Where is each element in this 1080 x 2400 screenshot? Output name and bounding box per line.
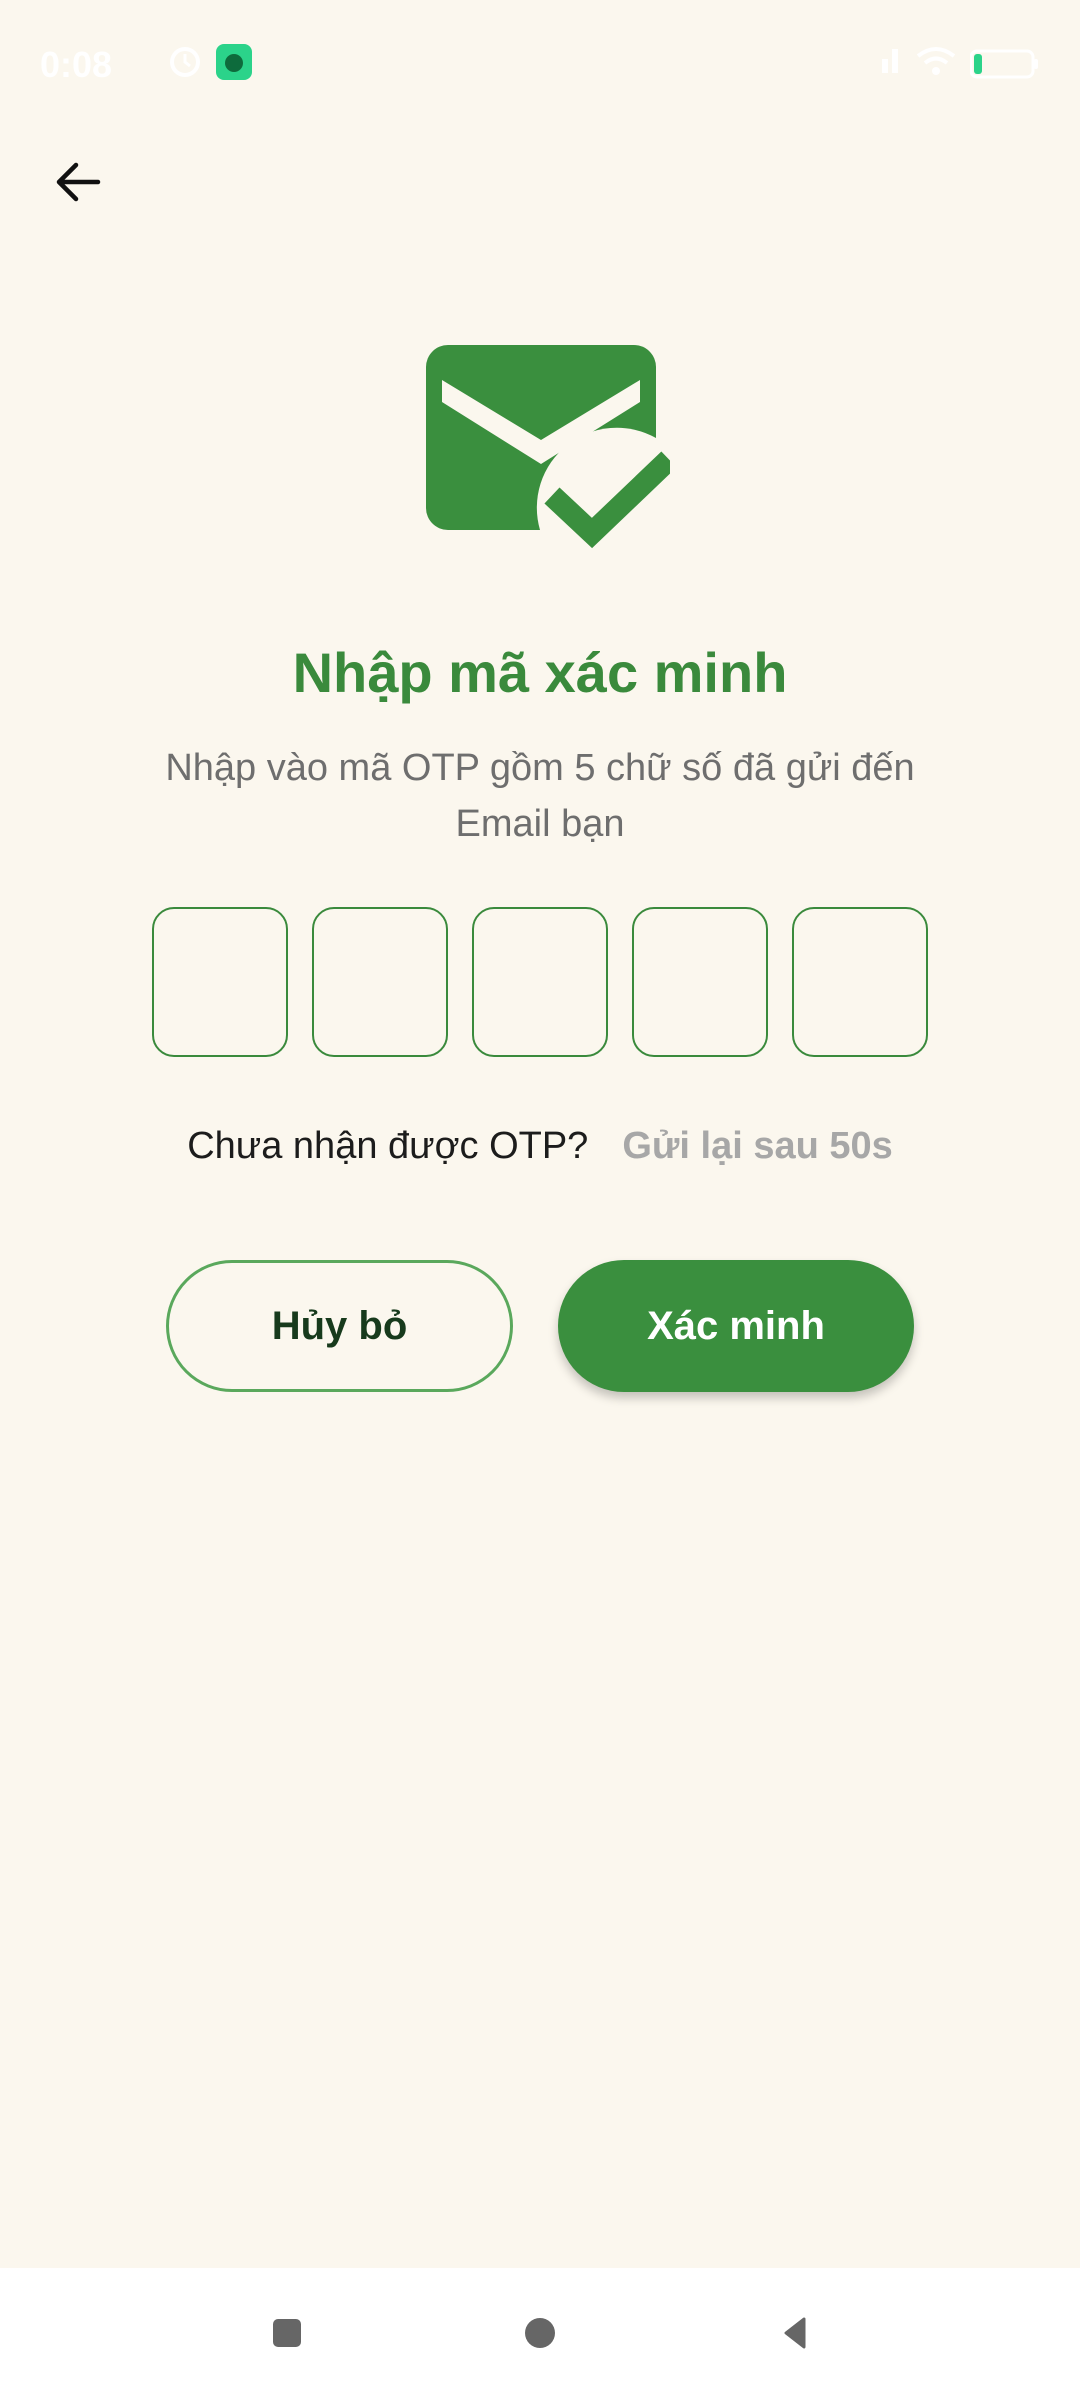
page-title: Nhập mã xác minh	[292, 641, 788, 704]
home-button[interactable]	[505, 2298, 575, 2368]
mail-check-icon	[420, 340, 677, 555]
square-icon	[273, 2319, 301, 2347]
otp-digit-1[interactable]	[152, 907, 288, 1057]
resend-row: Chưa nhận được OTP? Gửi lại sau 50s	[0, 1125, 1080, 1168]
resend-countdown-link[interactable]: Gửi lại sau 50s	[622, 1125, 892, 1168]
back-nav-button[interactable]	[760, 2298, 830, 2368]
recent-apps-button[interactable]	[252, 2298, 322, 2368]
wifi-icon	[916, 46, 956, 81]
verify-button[interactable]: Xác minh	[558, 1260, 914, 1392]
back-button[interactable]	[36, 140, 120, 224]
status-time: 0:08	[40, 44, 113, 85]
app-notification-icon	[216, 44, 252, 85]
cancel-button[interactable]: Hủy bỏ	[166, 1260, 513, 1392]
circle-icon	[525, 2318, 555, 2348]
otp-digit-5[interactable]	[792, 907, 928, 1057]
status-bar: 0:08 66	[0, 0, 1080, 128]
battery-icon	[970, 49, 1040, 79]
otp-digit-3[interactable]	[472, 907, 608, 1057]
triangle-back-icon	[784, 2317, 806, 2349]
otp-input-group	[152, 907, 928, 1061]
resend-prompt: Chưa nhận được OTP?	[187, 1125, 589, 1167]
alarm-icon	[168, 44, 202, 83]
otp-digit-4[interactable]	[632, 907, 768, 1057]
arrow-left-icon	[56, 162, 101, 202]
page-subtitle: Nhập vào mã OTP gồm 5 chữ số đã gửi đến …	[165, 747, 915, 845]
system-nav-bar	[0, 2268, 1080, 2400]
otp-verification-screen: 0:08 66	[0, 0, 1080, 2400]
otp-digit-2[interactable]	[312, 907, 448, 1057]
signal-icon	[872, 47, 902, 80]
status-right: 66	[872, 46, 1040, 81]
